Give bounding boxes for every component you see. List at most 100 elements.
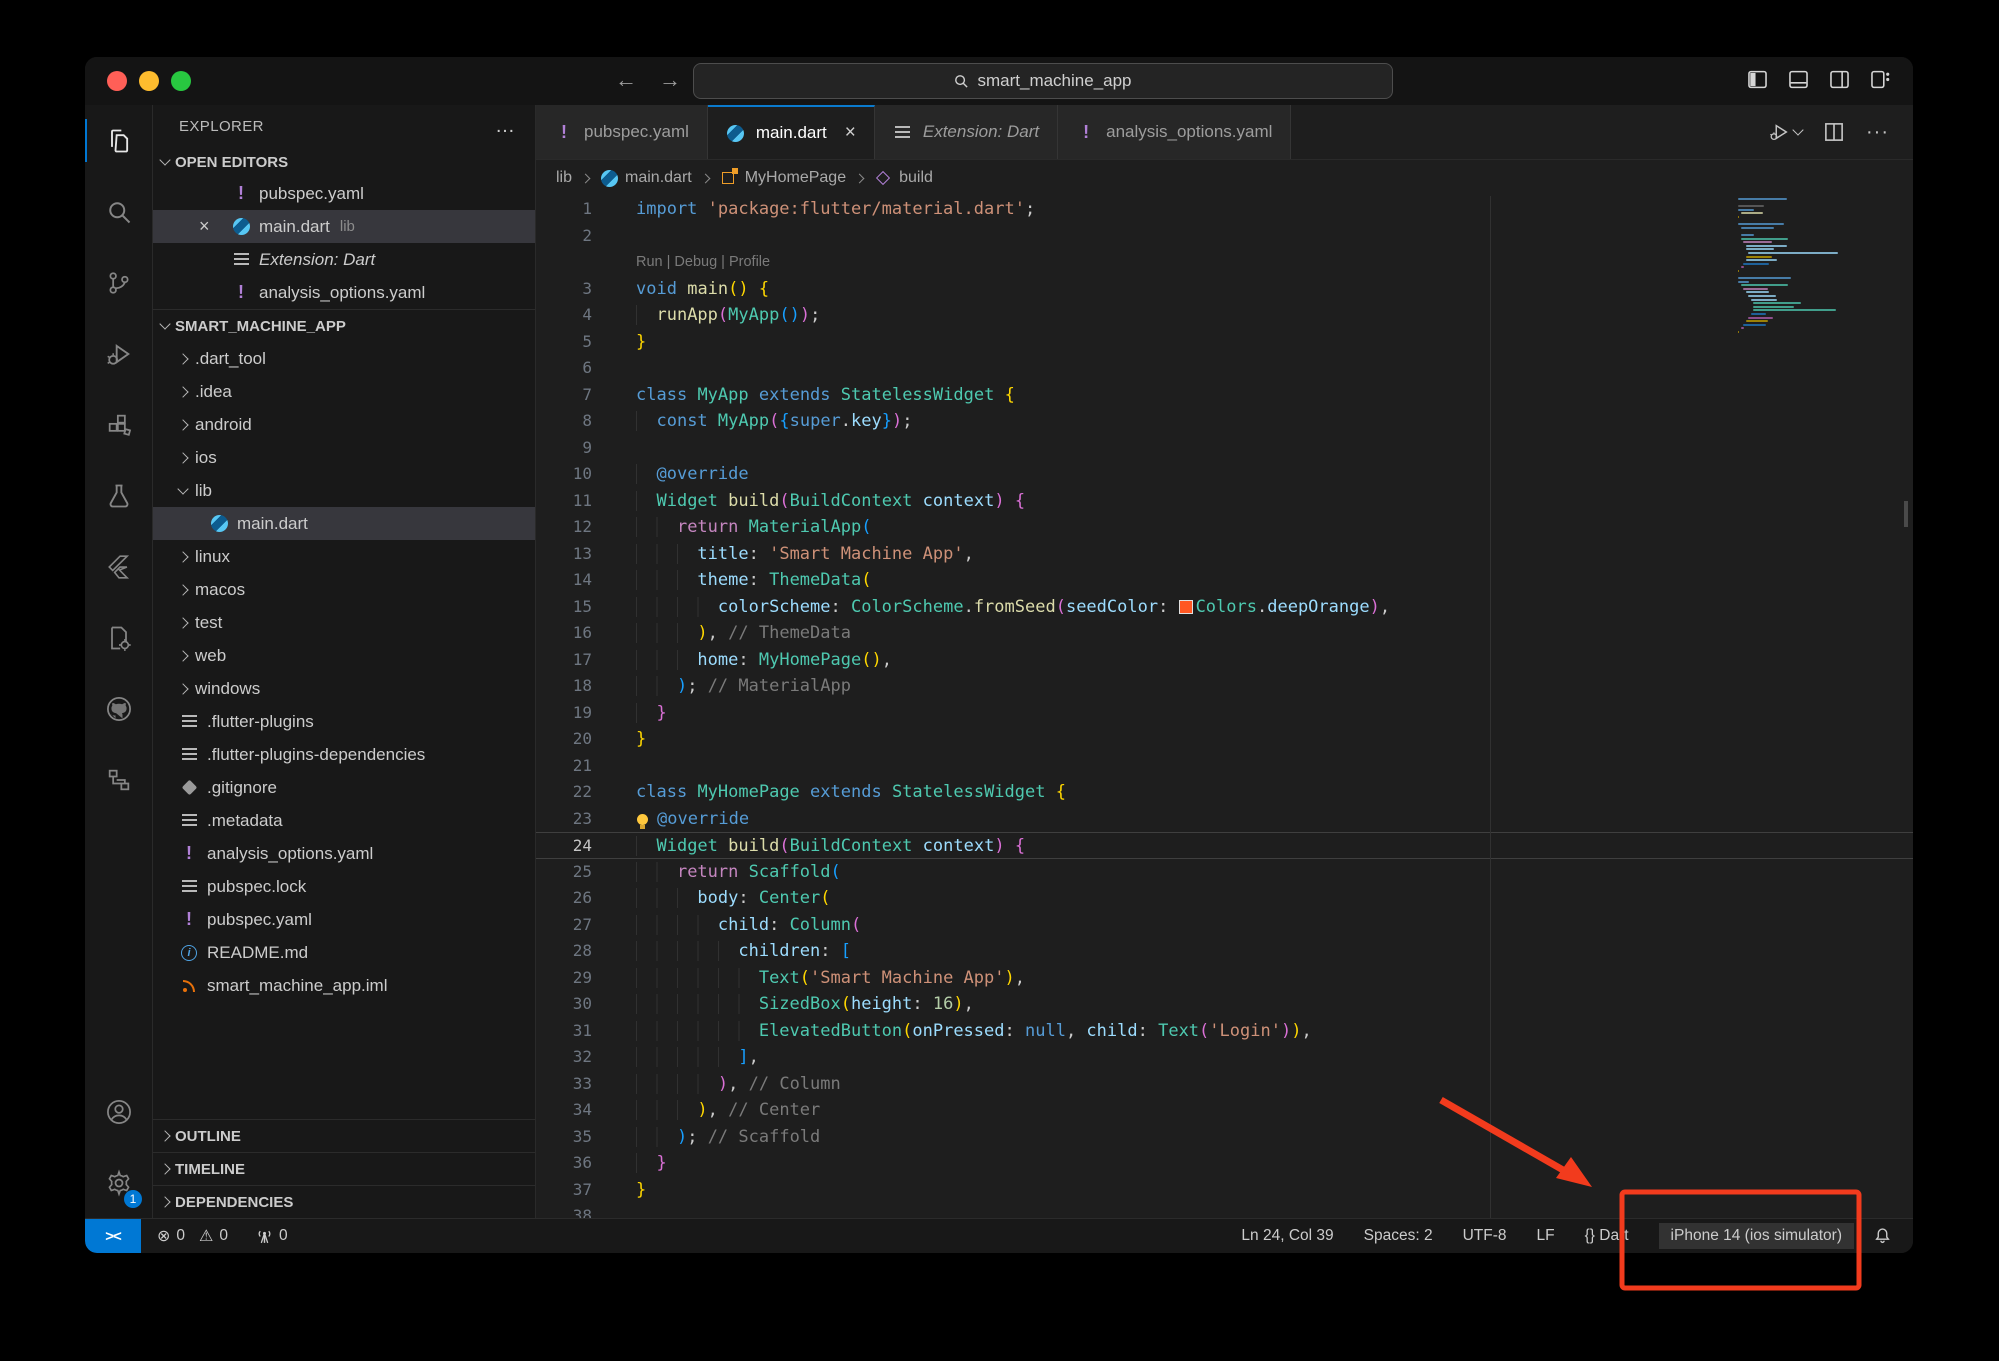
activity-source-control-icon[interactable] bbox=[85, 247, 152, 318]
code-line[interactable]: 24 Widget build(BuildContext context) { bbox=[536, 832, 1913, 859]
status-encoding[interactable]: UTF-8 bbox=[1463, 1227, 1507, 1245]
code-line[interactable]: 30 SizedBox(height: 16), bbox=[536, 991, 1913, 1018]
open-editor-item[interactable]: ×main.dartlib bbox=[153, 210, 535, 243]
status-cursor-position[interactable]: Ln 24, Col 39 bbox=[1241, 1227, 1333, 1245]
toggle-sidebar-icon[interactable] bbox=[1747, 69, 1768, 90]
tree-item--flutter-plugins-dependencies[interactable]: .flutter-plugins-dependencies bbox=[153, 738, 535, 771]
code-editor[interactable]: 1import 'package:flutter/material.dart';… bbox=[536, 196, 1913, 1218]
code-line[interactable]: 16 ), // ThemeData bbox=[536, 620, 1913, 647]
status-indentation[interactable]: Spaces: 2 bbox=[1364, 1227, 1433, 1245]
activity-references-icon[interactable] bbox=[85, 744, 152, 815]
tree-item-linux[interactable]: linux bbox=[153, 540, 535, 573]
code-line[interactable]: 28 children: [ bbox=[536, 938, 1913, 965]
tab-extension-dart[interactable]: Extension: Dart bbox=[875, 105, 1058, 159]
tree-item--metadata[interactable]: .metadata bbox=[153, 804, 535, 837]
code-line[interactable]: 4 runApp(MyApp()); bbox=[536, 302, 1913, 329]
section-outline[interactable]: OUTLINE bbox=[153, 1119, 535, 1152]
window-controls[interactable] bbox=[107, 71, 191, 91]
activity-explorer-icon[interactable] bbox=[85, 105, 152, 176]
code-line[interactable]: 26 body: Center( bbox=[536, 885, 1913, 912]
code-line[interactable]: 35 ); // Scaffold bbox=[536, 1124, 1913, 1151]
activity-run-debug-icon[interactable] bbox=[85, 318, 152, 389]
customize-layout-icon[interactable] bbox=[1870, 69, 1891, 90]
code-line[interactable]: 17 home: MyHomePage(), bbox=[536, 647, 1913, 674]
code-line[interactable]: 20} bbox=[536, 726, 1913, 753]
code-line[interactable]: 7class MyApp extends StatelessWidget { bbox=[536, 382, 1913, 409]
activity-testing-icon[interactable] bbox=[85, 460, 152, 531]
tree-item-pubspec-lock[interactable]: pubspec.lock bbox=[153, 870, 535, 903]
tree-item-test[interactable]: test bbox=[153, 606, 535, 639]
open-editor-item[interactable]: Extension: Dart bbox=[153, 243, 535, 276]
scrollbar-thumb[interactable] bbox=[1904, 501, 1908, 527]
code-line[interactable]: 23@override bbox=[536, 806, 1913, 833]
activity-github-icon[interactable] bbox=[85, 673, 152, 744]
code-line[interactable]: 37} bbox=[536, 1177, 1913, 1204]
close-icon[interactable]: × bbox=[845, 122, 856, 144]
project-root-header[interactable]: SMART_MACHINE_APP bbox=[153, 309, 535, 342]
code-line[interactable]: 3void main() { bbox=[536, 276, 1913, 303]
activity-extensions-icon[interactable] bbox=[85, 389, 152, 460]
tree-item--idea[interactable]: .idea bbox=[153, 375, 535, 408]
code-line[interactable]: 12 return MaterialApp( bbox=[536, 514, 1913, 541]
tree-item-smart-machine-app-iml[interactable]: smart_machine_app.iml bbox=[153, 969, 535, 1002]
code-line[interactable]: 38 bbox=[536, 1203, 1913, 1218]
toggle-secondary-sidebar-icon[interactable] bbox=[1829, 69, 1850, 90]
tab-main-dart[interactable]: main.dart× bbox=[708, 105, 875, 159]
zoom-window-icon[interactable] bbox=[171, 71, 191, 91]
open-editor-item[interactable]: !pubspec.yaml bbox=[153, 177, 535, 210]
code-line[interactable]: 9 bbox=[536, 435, 1913, 462]
breadcrumb[interactable]: lib main.dart MyHomePage build bbox=[536, 160, 1913, 196]
tree-item--gitignore[interactable]: .gitignore bbox=[153, 771, 535, 804]
run-or-debug-button[interactable] bbox=[1768, 121, 1802, 143]
code-line[interactable]: 11 Widget build(BuildContext context) { bbox=[536, 488, 1913, 515]
code-line[interactable]: 18 ); // MaterialApp bbox=[536, 673, 1913, 700]
tree-item-main-dart[interactable]: main.dart bbox=[153, 507, 535, 540]
code-line[interactable]: 6 bbox=[536, 355, 1913, 382]
section-timeline[interactable]: TIMELINE bbox=[153, 1152, 535, 1185]
activity-settings-icon[interactable]: 1 bbox=[85, 1147, 152, 1218]
breadcrumb-item[interactable]: lib bbox=[556, 169, 572, 187]
minimize-window-icon[interactable] bbox=[139, 71, 159, 91]
close-icon[interactable]: × bbox=[199, 216, 210, 237]
tree-item-lib[interactable]: lib bbox=[153, 474, 535, 507]
back-icon[interactable]: ← bbox=[615, 67, 637, 93]
close-window-icon[interactable] bbox=[107, 71, 127, 91]
tree-item-pubspec-yaml[interactable]: !pubspec.yaml bbox=[153, 903, 535, 936]
notifications-bell-icon[interactable] bbox=[1874, 1227, 1891, 1245]
tree-item-readme-md[interactable]: iREADME.md bbox=[153, 936, 535, 969]
explorer-more-actions-icon[interactable]: … bbox=[495, 115, 517, 138]
tree-item-windows[interactable]: windows bbox=[153, 672, 535, 705]
code-line[interactable]: 32 ], bbox=[536, 1044, 1913, 1071]
tab-analysis-options-yaml[interactable]: !analysis_options.yaml bbox=[1058, 105, 1291, 159]
code-line[interactable]: 25 return Scaffold( bbox=[536, 859, 1913, 886]
code-line[interactable]: 10 @override bbox=[536, 461, 1913, 488]
status-language-mode[interactable]: {} Dart bbox=[1585, 1227, 1629, 1245]
tree-item--flutter-plugins[interactable]: .flutter-plugins bbox=[153, 705, 535, 738]
remote-indicator[interactable]: >< bbox=[85, 1219, 141, 1253]
code-line[interactable]: 15 colorScheme: ColorScheme.fromSeed(see… bbox=[536, 594, 1913, 621]
activity-flutter-icon[interactable] bbox=[85, 531, 152, 602]
codelens-row[interactable]: Run | Debug | Profile bbox=[536, 249, 1913, 276]
section-dependencies[interactable]: DEPENDENCIES bbox=[153, 1185, 535, 1218]
breadcrumb-item[interactable]: build bbox=[873, 169, 933, 187]
split-editor-icon[interactable] bbox=[1824, 122, 1844, 142]
breadcrumb-item[interactable]: MyHomePage bbox=[719, 169, 846, 187]
code-line[interactable]: 21 bbox=[536, 753, 1913, 780]
tree-item-analysis-options-yaml[interactable]: !analysis_options.yaml bbox=[153, 837, 535, 870]
lightbulb-icon[interactable] bbox=[637, 814, 648, 825]
activity-file-gear-icon[interactable] bbox=[85, 602, 152, 673]
breadcrumb-item[interactable]: main.dart bbox=[599, 169, 692, 187]
tree-item-android[interactable]: android bbox=[153, 408, 535, 441]
code-line[interactable]: 19 } bbox=[536, 700, 1913, 727]
code-line[interactable]: 2 bbox=[536, 223, 1913, 250]
activity-accounts-icon[interactable] bbox=[85, 1076, 152, 1147]
command-center-search[interactable]: smart_machine_app bbox=[693, 63, 1393, 99]
tree-item-ios[interactable]: ios bbox=[153, 441, 535, 474]
status-device-selector[interactable]: iPhone 14 (ios simulator) bbox=[1659, 1223, 1854, 1249]
minimap[interactable] bbox=[1738, 198, 1873, 338]
more-actions-icon[interactable]: ··· bbox=[1866, 121, 1889, 144]
code-line[interactable]: 13 title: 'Smart Machine App', bbox=[536, 541, 1913, 568]
ports-indicator[interactable]: 0 bbox=[256, 1227, 288, 1245]
code-line[interactable]: 31 ElevatedButton(onPressed: null, child… bbox=[536, 1018, 1913, 1045]
status-eol[interactable]: LF bbox=[1537, 1227, 1555, 1245]
